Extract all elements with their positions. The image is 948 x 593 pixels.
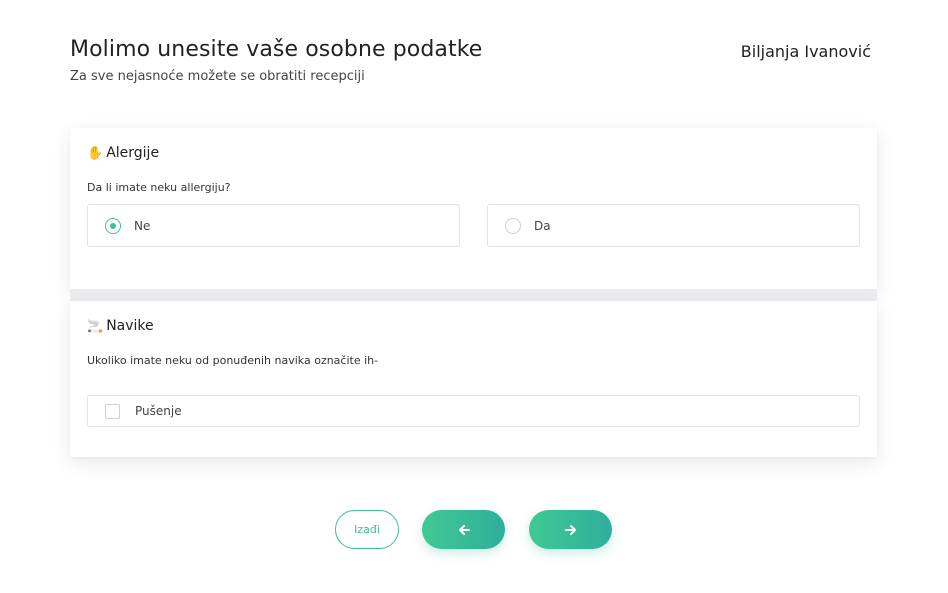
- habits-card: 🚬 Navike Ukoliko imate neku od ponuđenih…: [70, 301, 877, 457]
- arrow-right-icon: [564, 524, 576, 535]
- next-button[interactable]: [529, 510, 612, 549]
- card-separator: [70, 289, 877, 301]
- page-subtitle: Za sve nejasnoće možete se obratiti rece…: [70, 69, 365, 84]
- back-button[interactable]: [422, 510, 505, 549]
- allergy-option-no-label: Ne: [134, 218, 151, 233]
- allergies-card: ✋ Alergije Da li imate neku allergiju? N…: [70, 128, 877, 289]
- allergies-title-label: Alergije: [106, 145, 160, 161]
- habits-title-label: Navike: [106, 318, 154, 334]
- patient-form-page: Molimo unesite vaše osobne podatke Za sv…: [0, 0, 948, 593]
- user-name: Biljanja Ivanović: [740, 42, 871, 61]
- exit-button[interactable]: Izađi: [335, 510, 399, 549]
- allergies-card-title: ✋ Alergije: [87, 145, 159, 161]
- allergies-question: Da li imate neku allergiju?: [87, 181, 231, 194]
- habits-card-title: 🚬 Navike: [87, 318, 154, 334]
- raised-hand-icon: ✋: [87, 145, 104, 161]
- cigarette-icon: 🚬: [87, 318, 104, 334]
- smoking-checkbox[interactable]: [105, 403, 120, 419]
- allergy-option-yes-label: Da: [534, 218, 551, 233]
- arrow-left-icon: [458, 524, 470, 535]
- radio-no[interactable]: [105, 217, 121, 234]
- exit-button-label: Izađi: [354, 523, 380, 536]
- page-title: Molimo unesite vaše osobne podatke: [70, 37, 483, 62]
- allergy-option-no[interactable]: Ne: [87, 204, 460, 247]
- allergy-option-yes[interactable]: Da: [487, 204, 860, 247]
- habit-option-smoking-label: Pušenje: [135, 404, 182, 418]
- habit-option-smoking[interactable]: Pušenje: [87, 395, 860, 427]
- radio-yes[interactable]: [505, 217, 521, 234]
- habits-question: Ukoliko imate neku od ponuđenih navika o…: [87, 354, 379, 367]
